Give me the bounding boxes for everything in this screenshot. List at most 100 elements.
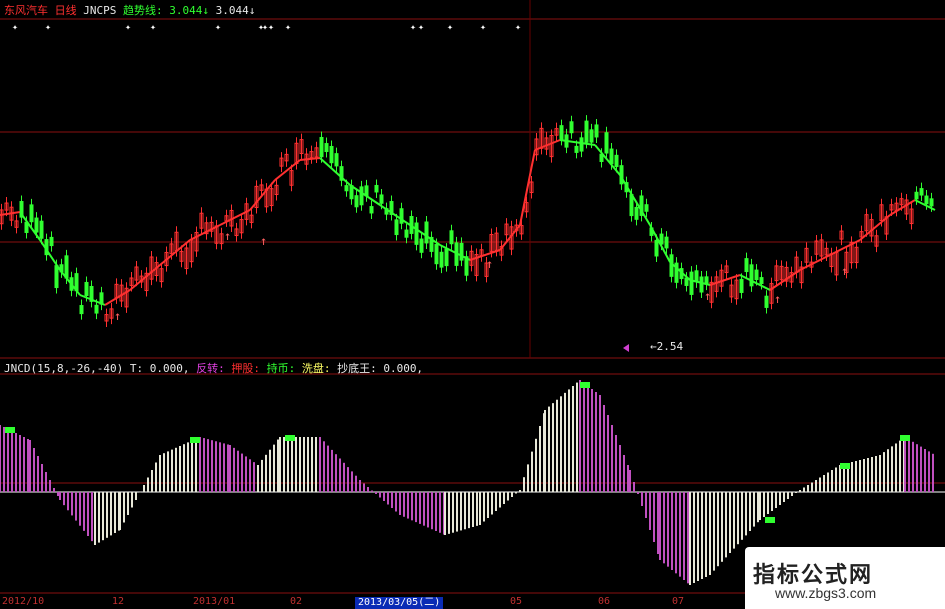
candle-body: [664, 236, 669, 249]
trend-label: 趋势线:: [123, 4, 163, 17]
axis-label-6: 07: [672, 596, 685, 607]
axis-label-3: 02: [290, 596, 303, 607]
candle-body: [379, 194, 384, 204]
candle-body: [684, 277, 689, 286]
signal-marker: ✦: [125, 22, 131, 33]
candle-body: [359, 186, 364, 206]
low-price-flag: ←2.54: [650, 340, 684, 353]
cursor-marker-icon: [623, 344, 629, 352]
indicator-name[interactable]: JNCPS: [83, 4, 116, 17]
candle-body: [559, 125, 564, 140]
candle-body: [434, 244, 439, 265]
signal-marker: ✦: [447, 22, 453, 33]
candle-body: [654, 239, 659, 257]
candle-body: [94, 304, 99, 314]
candle-body: [64, 255, 69, 279]
chart-window[interactable]: ✦ ✦ ✦ ✦ ✦ ✦ ✦ ✦ ✦ ✦ ✦ ✦ ✦ ✦ ↑ ↑ ↑ ↑ ↑ ↑ ↑: [0, 0, 945, 609]
candle-body: [569, 121, 574, 134]
candle-body: [444, 248, 449, 267]
buy-arrow-icon: ↑: [486, 257, 493, 271]
candle-body: [764, 295, 769, 308]
t-value: T: 0.000,: [129, 362, 190, 375]
buy-arrow-icon: ↑: [114, 309, 121, 323]
candle-body: [694, 270, 699, 283]
signal-marker: ✦: [480, 22, 486, 33]
signal-marker: ✦: [12, 22, 18, 33]
osc-peak-marker: [285, 435, 295, 441]
candle-body: [924, 195, 929, 205]
fanzhuan-label: 反转:: [196, 362, 225, 375]
candle-body: [574, 145, 579, 153]
candle-body: [404, 229, 409, 238]
candle-body: [759, 277, 764, 285]
period-label[interactable]: 日线: [55, 4, 77, 17]
candle-body: [754, 269, 759, 281]
candle-body: [424, 221, 429, 244]
signal-marker: ✦: [45, 22, 51, 33]
candle-body: [739, 278, 744, 293]
candle-body: [39, 220, 44, 239]
candle-body: [579, 137, 584, 152]
yagu-label: 押股:: [231, 362, 260, 375]
axis-label-1: 12: [112, 596, 125, 607]
kline-canvas[interactable]: ✦ ✦ ✦ ✦ ✦ ✦✦ ✦ ✦ ✦ ✦ ✦ ✦ ✦↑↑ ↑↑↑ ↑↑: [0, 0, 945, 609]
osc-peak-marker: [900, 435, 910, 441]
signal-marker: ✦: [268, 22, 274, 33]
candle-body: [914, 191, 919, 200]
axis-label-2: 2013/01: [193, 596, 236, 607]
candle-body: [689, 271, 694, 295]
candle-body: [589, 129, 594, 143]
osc-peak-marker: [580, 382, 590, 388]
buy-arrow-icon: ↑: [774, 292, 781, 306]
top-header: 东风汽车 日线 JNCPS 趋势线: 3.044↓ 3.044↓: [4, 2, 256, 17]
candle-body: [374, 184, 379, 193]
candle-body: [84, 281, 89, 296]
chaodiwang-label: 抄底王: 0.000,: [337, 362, 424, 375]
candle-body: [369, 206, 374, 214]
candle-body: [319, 136, 324, 158]
trend-value-b: 3.044: [215, 4, 249, 17]
sub-indicator-name[interactable]: JNCD(15,8,-26,-40): [4, 362, 123, 375]
trend-value-a: 3.044: [169, 4, 203, 17]
osc-peak-marker: [840, 463, 850, 469]
candle-body: [919, 188, 924, 196]
candle-body: [699, 276, 704, 293]
trend-arrow-a-icon: ↓: [202, 4, 209, 17]
candle-body: [449, 230, 454, 245]
candle-body: [609, 148, 614, 165]
candle-body: [419, 238, 424, 253]
osc-peak-marker: [765, 517, 775, 523]
candle-body: [439, 251, 444, 268]
trend-arrow-b-icon: ↓: [248, 4, 256, 17]
candle-body: [604, 132, 609, 154]
candle-body: [34, 217, 39, 233]
candle-body: [634, 206, 639, 220]
watermark: 指标公式网 www.zbgs3.com: [745, 547, 945, 609]
watermark-site: www.zbgs3.com: [775, 585, 877, 601]
candle-body: [29, 204, 34, 223]
axis-label-0: 2012/10: [2, 596, 45, 607]
buy-arrow-icon: ↑: [224, 229, 231, 243]
candle-body: [344, 185, 349, 192]
candle-body: [644, 204, 649, 212]
chibi-label: 持币:: [266, 362, 296, 375]
signal-marker: ✦: [285, 22, 291, 33]
axis-label-5: 06: [598, 596, 611, 607]
sub-header: JNCD(15,8,-26,-40) T: 0.000, 反转: 押股: 持币:…: [4, 360, 424, 375]
candle-body: [54, 265, 59, 289]
candle-body: [79, 305, 84, 315]
signal-marker: ✦: [515, 22, 521, 33]
candle-body: [584, 120, 589, 143]
stock-name: 东风汽车: [4, 4, 48, 17]
date-cursor[interactable]: 2013/03/05(二): [355, 597, 444, 609]
candle-body: [749, 264, 754, 287]
candle-body: [414, 222, 419, 245]
buy-arrow-icon: ↑: [841, 264, 848, 278]
candle-body: [744, 258, 749, 273]
candle-body: [614, 154, 619, 168]
signal-marker: ✦: [418, 22, 424, 33]
candle-body: [929, 198, 934, 207]
xipan-label: 洗盘:: [301, 362, 331, 375]
signal-marker: ✦: [410, 22, 416, 33]
candle-body: [394, 219, 399, 236]
